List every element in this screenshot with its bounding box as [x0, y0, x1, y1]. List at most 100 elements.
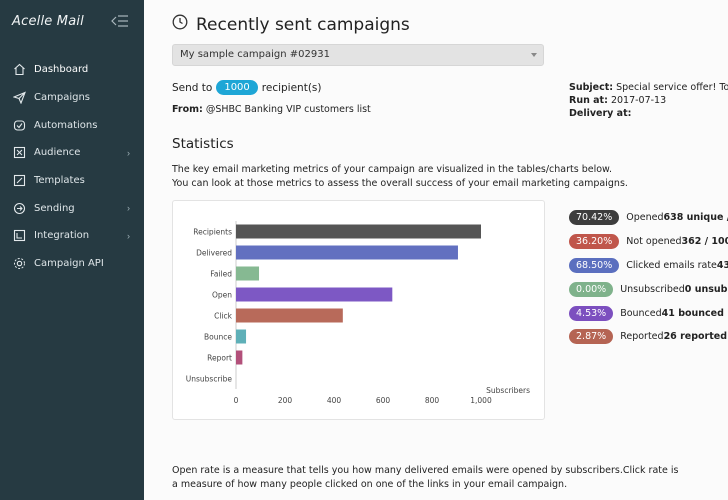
integration-icon — [12, 229, 26, 243]
from-label: From: — [172, 104, 203, 115]
statistics-description: The key email marketing metrics of your … — [172, 163, 728, 191]
sidebar-item-label: Integration — [34, 230, 90, 242]
category-label: Unsubscribe — [186, 375, 233, 384]
sending-icon — [12, 201, 26, 215]
stat-value: 362 / 1000 — [681, 236, 728, 248]
statistics-title: Statistics — [172, 136, 234, 152]
run-at-line: Run at: 2017-07-13 — [569, 94, 728, 107]
delivery-at-label: Delivery at: — [569, 108, 632, 119]
stats-list: 70.42% Opened 638 unique / 36.20% Not opene… — [569, 206, 728, 349]
stat-percent-badge: 2.87% — [569, 329, 614, 345]
category-label: Click — [214, 312, 233, 321]
chevron-right-icon: › — [127, 203, 130, 214]
x-tick-label: 0 — [234, 396, 239, 405]
sidebar-item-label: Automations — [34, 119, 98, 131]
page-header: Recently sent campaigns — [172, 14, 410, 35]
campaign-select[interactable]: My sample campaign #02931 — [172, 44, 544, 66]
bar — [236, 308, 343, 323]
stat-row: 4.53% Bounced 41 bounced — [569, 301, 728, 325]
template-icon — [12, 174, 26, 188]
sidebar-item-label: Campaigns — [34, 92, 91, 104]
stat-label: Reported — [620, 331, 664, 343]
category-label: Failed — [210, 270, 232, 279]
stat-row: 0.00% Unsubscribed 0 unsubs — [569, 277, 728, 301]
sidebar-item-label: Sending — [34, 202, 75, 214]
send-summary: Send to 1000 recipient(s) — [172, 80, 322, 95]
automation-icon — [12, 118, 26, 132]
sidebar-item-audience[interactable]: Audience › — [0, 139, 144, 167]
run-at-label: Run at: — [569, 95, 608, 106]
statistics-chart-card: Recipients Delivered Failed Open Click Bounce… — [172, 200, 545, 420]
stat-row: 70.42% Opened 638 unique / — [569, 206, 728, 230]
audience-icon — [12, 146, 26, 160]
stat-percent-badge: 70.42% — [569, 210, 620, 226]
statistics-desc-line: You can look at those metrics to assess … — [172, 178, 628, 189]
clock-icon — [172, 14, 188, 35]
x-tick-label: 1,000 — [470, 396, 492, 405]
category-label: Recipients — [193, 228, 232, 237]
stat-percent-badge: 36.20% — [569, 234, 620, 250]
send-icon — [12, 91, 26, 105]
sidebar-item-dashboard[interactable]: Dashboard — [0, 56, 144, 84]
stat-row: 2.87% Reported 26 reported — [569, 325, 728, 349]
sidebar-collapse-icon[interactable] — [110, 14, 130, 28]
stat-value: 26 reported — [663, 331, 728, 343]
campaign-select-value: My sample campaign #02931 — [180, 49, 330, 60]
x-tick-label: 800 — [425, 396, 440, 405]
home-icon — [12, 63, 26, 77]
stat-label: Opened — [626, 212, 664, 224]
stat-value: 41 bounced — [661, 307, 724, 319]
brand-logo[interactable]: Acelle Mail — [12, 14, 84, 29]
stat-value: 638 unique / — [663, 212, 728, 224]
x-tick-label: 400 — [327, 396, 342, 405]
stat-percent-badge: 68.50% — [569, 257, 620, 273]
statistics-bar-chart: Recipients Delivered Failed Open Click Bounce… — [186, 221, 530, 405]
main-content: Recently sent campaigns My sample campai… — [144, 0, 728, 500]
sidebar-item-label: Campaign API — [34, 258, 104, 270]
sidebar-item-templates[interactable]: Templates — [0, 167, 144, 195]
sidebar-item-sending[interactable]: Sending › — [0, 194, 144, 222]
from-value: @SHBC Banking VIP customers list — [205, 104, 371, 115]
stat-row: 36.20% Not opened 362 / 1000 — [569, 230, 728, 254]
x-tick-label: 600 — [376, 396, 391, 405]
page-title: Recently sent campaigns — [196, 14, 410, 35]
stat-label: Bounced — [620, 307, 662, 319]
recipient-count-badge: 1000 — [216, 80, 258, 95]
campaign-meta: Subject: Special service offer! To { Run… — [569, 81, 728, 120]
rate-explanation-line: Open rate is a measure that tells you ho… — [172, 465, 679, 476]
statistics-desc-line: The key email marketing metrics of your … — [172, 164, 612, 175]
sidebar: Acelle Mail Dashboard Campaigns Automati… — [0, 0, 144, 500]
stat-value: 0 unsubs — [684, 283, 728, 295]
x-axis-label: Subscribers — [486, 386, 530, 395]
sidebar-item-integration[interactable]: Integration › — [0, 222, 144, 250]
x-tick-label: 200 — [278, 396, 293, 405]
sidebar-item-label: Dashboard — [34, 64, 89, 76]
stat-row: 68.50% Clicked emails rate 43 — [569, 254, 728, 278]
stat-percent-badge: 0.00% — [569, 281, 614, 297]
bar — [236, 245, 458, 260]
bar — [236, 224, 481, 239]
bar — [236, 266, 260, 281]
stat-percent-badge: 4.53% — [569, 305, 614, 321]
caret-down-icon — [531, 53, 537, 57]
sidebar-nav: Dashboard Campaigns Automations Audience… — [0, 56, 144, 278]
chevron-right-icon: › — [127, 148, 130, 159]
bar — [236, 350, 243, 365]
run-at-value: 2017-07-13 — [610, 95, 667, 106]
rate-explanation-line: a measure of how many people clicked on … — [172, 479, 568, 490]
chevron-right-icon: › — [127, 231, 130, 242]
from-line: From: @SHBC Banking VIP customers list — [172, 104, 371, 115]
sidebar-item-label: Templates — [34, 175, 85, 187]
sidebar-item-campaign-api[interactable]: Campaign API — [0, 250, 144, 278]
stat-value: 43 — [716, 259, 728, 271]
stat-label: Not opened — [626, 236, 682, 248]
send-suffix: recipient(s) — [261, 81, 322, 94]
sidebar-item-label: Audience — [34, 147, 81, 159]
stat-label: Clicked emails rate — [626, 259, 717, 271]
category-label: Delivered — [196, 249, 232, 258]
sidebar-item-automations[interactable]: Automations — [0, 111, 144, 139]
send-prefix: Send to — [172, 81, 213, 94]
bar — [236, 329, 247, 344]
bar — [236, 287, 393, 302]
sidebar-item-campaigns[interactable]: Campaigns — [0, 84, 144, 112]
